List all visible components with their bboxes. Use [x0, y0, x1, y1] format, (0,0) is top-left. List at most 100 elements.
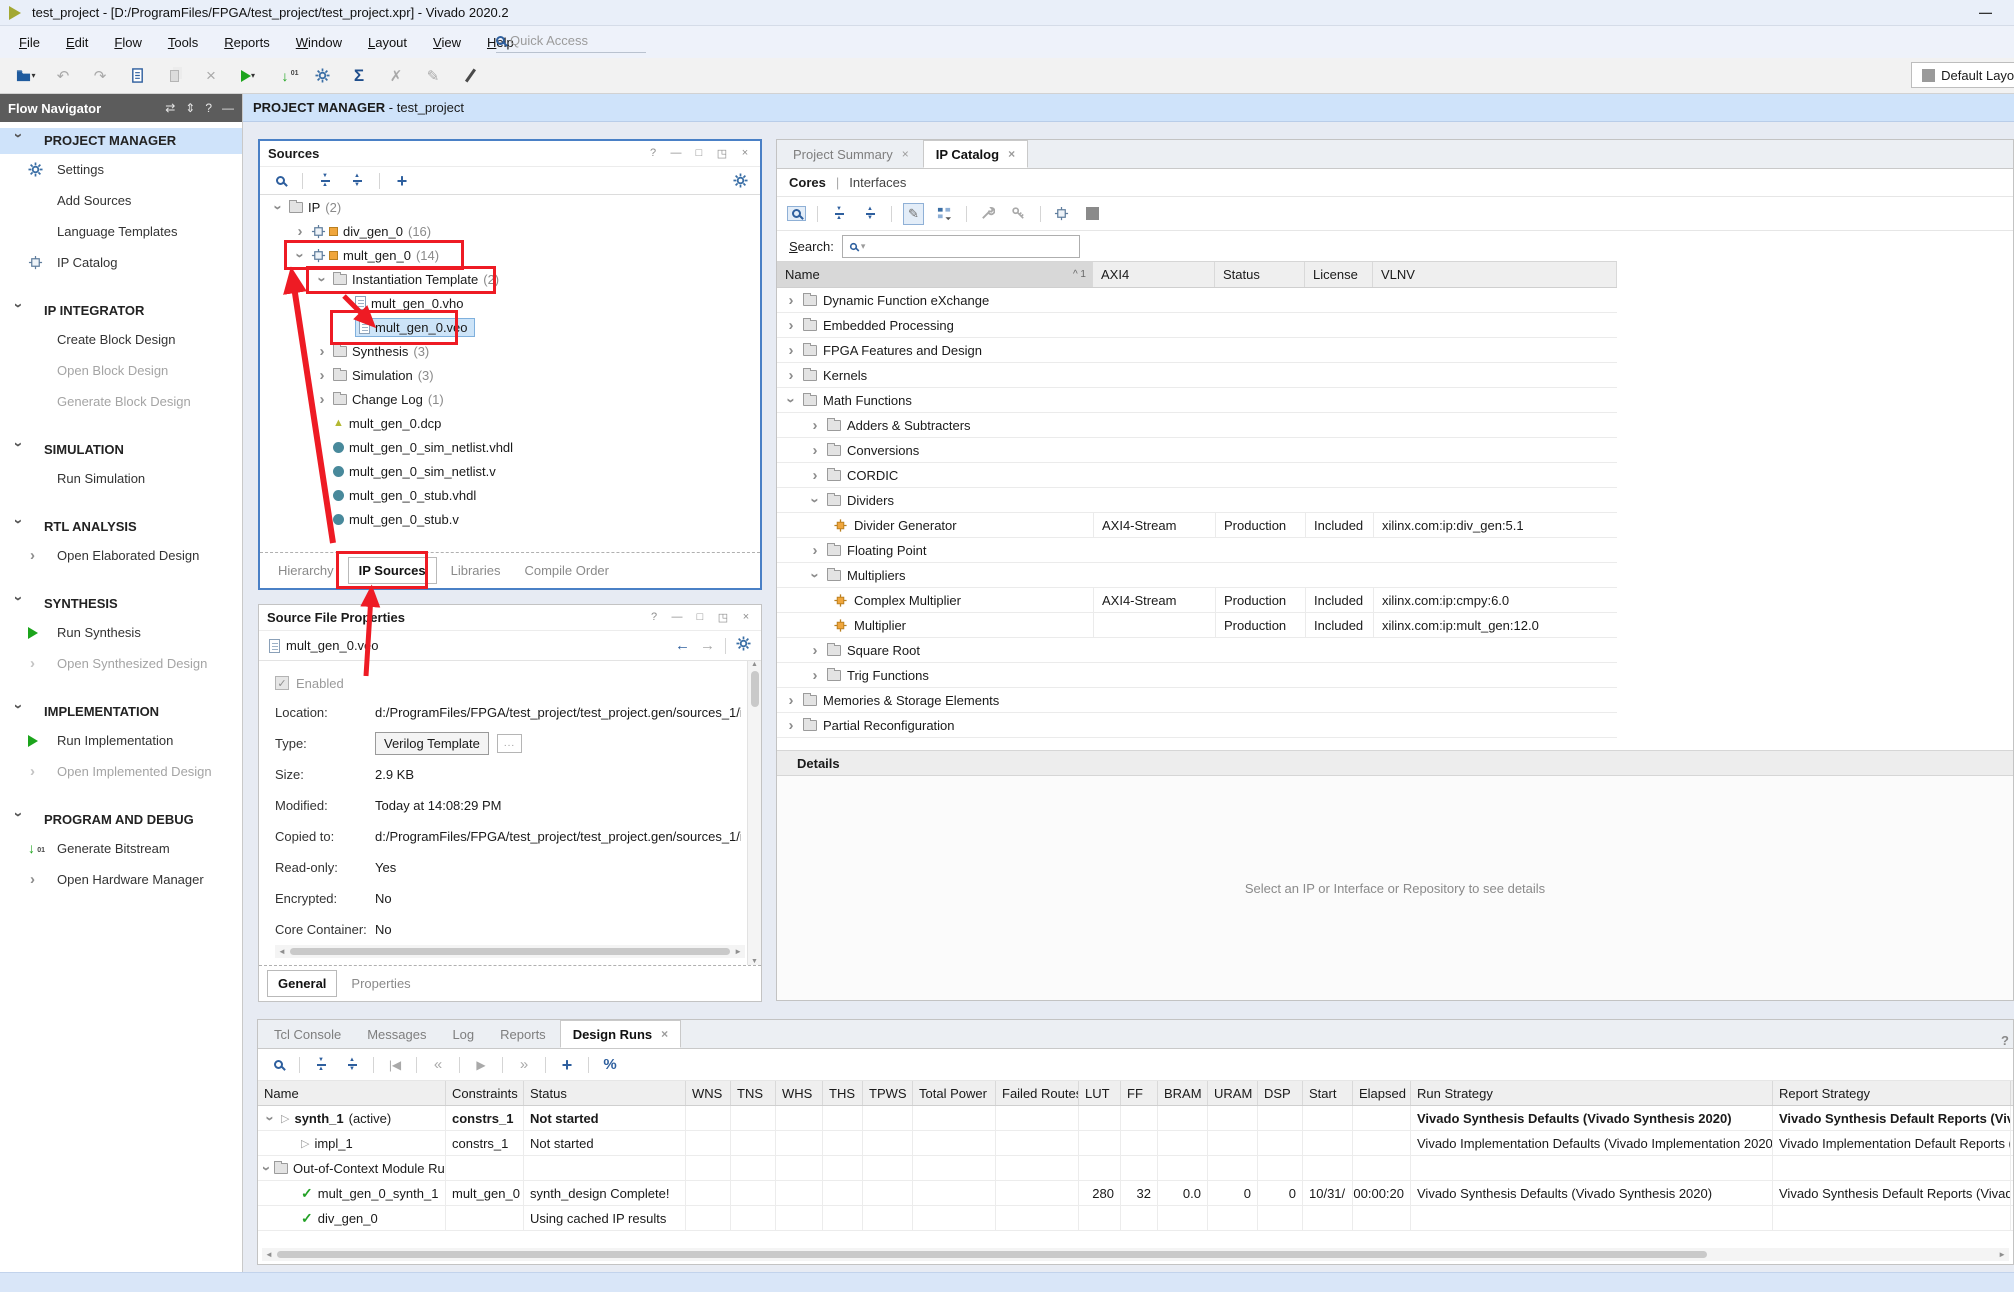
back-arrow-icon[interactable]: ←: [675, 637, 690, 654]
column-header-status[interactable]: Status: [1215, 262, 1305, 287]
tree-item-mult-gen-0-vho[interactable]: mult_gen_0.vho: [260, 291, 760, 315]
settings-gear-icon[interactable]: [730, 171, 750, 191]
sidebar-item-generate-bitstream[interactable]: ↓01Generate Bitstream: [0, 833, 242, 864]
tree-item-ip[interactable]: ›IP(2): [260, 195, 760, 219]
collapse-all-icon[interactable]: ▼▲: [311, 1055, 331, 1075]
sidebar-item-open-hardware-manager[interactable]: ›Open Hardware Manager: [0, 864, 242, 895]
sidebar-item-open-synthesized-design[interactable]: ›Open Synthesized Design: [0, 648, 242, 679]
fast-forward-icon[interactable]: »: [514, 1055, 534, 1075]
catalog-row-adders-subtracters[interactable]: ›Adders & Subtracters: [777, 413, 1617, 438]
collapse-all-icon[interactable]: ▼▲: [315, 171, 335, 191]
tree-item-mult-gen-0-veo[interactable]: mult_gen_0.veo: [260, 315, 760, 339]
sidebar-item-open-elaborated-design[interactable]: ›Open Elaborated Design: [0, 540, 242, 571]
column-header-name[interactable]: Name: [258, 1081, 446, 1105]
tab-ip-catalog[interactable]: IP Catalog×: [923, 140, 1028, 168]
flow-section-header[interactable]: ›SIMULATION: [0, 437, 242, 463]
column-header-failed-routes[interactable]: Failed Routes: [996, 1081, 1079, 1105]
expander-collapsed-icon[interactable]: ›: [809, 468, 821, 483]
run-icon[interactable]: ▾: [238, 66, 258, 86]
group-by-icon[interactable]: [935, 204, 955, 224]
expand-all-icon[interactable]: ▲▼: [342, 1055, 362, 1075]
expand-all-icon[interactable]: ▲▼: [347, 171, 367, 191]
catalog-row-multiplier[interactable]: MultiplierProductionIncludedxilinx.com:i…: [777, 613, 1617, 638]
vertical-scrollbar[interactable]: ▲▼: [747, 661, 761, 965]
tab-cores[interactable]: Cores: [789, 175, 826, 190]
tree-item-mult-gen-0-sim-netlist-vhdl[interactable]: mult_gen_0_sim_netlist.vhdl: [260, 435, 760, 459]
column-header-status[interactable]: Status: [524, 1081, 686, 1105]
tree-item-mult-gen-0-sim-netlist-v[interactable]: mult_gen_0_sim_netlist.v: [260, 459, 760, 483]
expander-expanded-icon[interactable]: ›: [259, 1166, 274, 1171]
filter-incompatible-icon[interactable]: ✎: [903, 203, 924, 225]
tab-hierarchy[interactable]: Hierarchy: [268, 558, 344, 583]
menu-window[interactable]: Window: [283, 31, 355, 54]
float-icon[interactable]: ◳: [716, 611, 730, 624]
menu-tools[interactable]: Tools: [155, 31, 211, 54]
tree-item-simulation[interactable]: ›Simulation(3): [260, 363, 760, 387]
sidebar-item-run-synthesis[interactable]: Run Synthesis: [0, 617, 242, 648]
expander-collapsed-icon[interactable]: ›: [785, 318, 797, 333]
column-header-total-power[interactable]: Total Power: [913, 1081, 996, 1105]
search-icon[interactable]: [270, 171, 290, 191]
delete-icon[interactable]: ×: [201, 66, 221, 86]
flow-section-header[interactable]: ›IP INTEGRATOR: [0, 298, 242, 324]
sidebar-item-run-simulation[interactable]: Run Simulation: [0, 463, 242, 494]
percent-icon[interactable]: %: [600, 1055, 620, 1075]
column-header-ff[interactable]: FF: [1121, 1081, 1158, 1105]
maximize-icon[interactable]: □: [692, 147, 706, 160]
catalog-row-kernels[interactable]: ›Kernels: [777, 363, 1617, 388]
tree-item-div-gen-0[interactable]: ›div_gen_0(16): [260, 219, 760, 243]
ip-settings-icon[interactable]: [1052, 204, 1072, 224]
catalog-row-multipliers[interactable]: ›Multipliers: [777, 563, 1617, 588]
tree-item-instantiation-template[interactable]: ›Instantiation Template(2): [260, 267, 760, 291]
redo-icon[interactable]: ↷: [90, 66, 110, 86]
catalog-search-input[interactable]: ▾: [842, 235, 1080, 258]
expander-expanded-icon[interactable]: ›: [808, 569, 823, 581]
sidebar-item-generate-block-design[interactable]: Generate Block Design: [0, 386, 242, 417]
column-header-axi4[interactable]: AXI4: [1093, 262, 1215, 287]
column-header-bram[interactable]: BRAM: [1158, 1081, 1208, 1105]
column-header-vlnv[interactable]: VLNV: [1373, 262, 1617, 287]
enabled-checkbox[interactable]: ✓: [275, 676, 289, 690]
close-icon[interactable]: ×: [738, 147, 752, 160]
column-header-whs[interactable]: WHS: [776, 1081, 823, 1105]
catalog-row-floating-point[interactable]: ›Floating Point: [777, 538, 1617, 563]
tab-compile-order[interactable]: Compile Order: [514, 558, 619, 583]
customize-icon[interactable]: [460, 66, 480, 86]
flow-section-header[interactable]: ›PROGRAM AND DEBUG: [0, 807, 242, 833]
copy-icon[interactable]: [164, 66, 184, 86]
expander-collapsed-icon[interactable]: ›: [785, 343, 797, 358]
expander-collapsed-icon[interactable]: ›: [809, 643, 821, 658]
menu-layout[interactable]: Layout: [355, 31, 420, 54]
minimize-panel-icon[interactable]: —: [222, 101, 234, 115]
tab-properties[interactable]: Properties: [341, 971, 420, 996]
expander-collapsed-icon[interactable]: ›: [785, 293, 797, 308]
run-row-impl-1[interactable]: ▷impl_1constrs_1Not startedVivado Implem…: [258, 1131, 2013, 1156]
run-row-div-gen-0[interactable]: ✓div_gen_0Using cached IP results: [258, 1206, 2013, 1231]
flow-section-header[interactable]: ›RTL ANALYSIS: [0, 514, 242, 540]
sidebar-item-open-implemented-design[interactable]: ›Open Implemented Design: [0, 756, 242, 787]
minimize-icon[interactable]: —: [670, 611, 684, 624]
sidebar-item-create-block-design[interactable]: Create Block Design: [0, 324, 242, 355]
expander-collapsed-icon[interactable]: ›: [785, 368, 797, 383]
menu-reports[interactable]: Reports: [211, 31, 283, 54]
collapse-arrows-icon[interactable]: ⇄: [165, 101, 175, 115]
sidebar-item-ip-catalog[interactable]: IP Catalog: [0, 247, 242, 278]
sidebar-item-settings[interactable]: Settings: [0, 154, 242, 185]
search-icon[interactable]: [268, 1055, 288, 1075]
settings-gear-icon[interactable]: [736, 636, 751, 655]
help-icon[interactable]: ?: [2001, 1033, 2013, 1048]
flow-section-header[interactable]: ›IMPLEMENTATION: [0, 699, 242, 725]
chevron-right-icon[interactable]: ›: [30, 872, 35, 887]
column-header-lut[interactable]: LUT: [1079, 1081, 1121, 1105]
create-run-icon[interactable]: +: [557, 1055, 577, 1075]
catalog-row-conversions[interactable]: ›Conversions: [777, 438, 1617, 463]
expand-all-icon[interactable]: ▲▼: [860, 204, 880, 224]
sidebar-item-add-sources[interactable]: Add Sources: [0, 185, 242, 216]
column-header-constraints[interactable]: Constraints: [446, 1081, 524, 1105]
catalog-row-trig-functions[interactable]: ›Trig Functions: [777, 663, 1617, 688]
close-icon[interactable]: ×: [739, 611, 753, 624]
generate-bitstream-icon[interactable]: ↓01: [275, 66, 295, 86]
float-icon[interactable]: ◳: [715, 147, 729, 160]
details-toggle-icon[interactable]: [1083, 204, 1103, 224]
tree-item-mult-gen-0-stub-vhdl[interactable]: mult_gen_0_stub.vhdl: [260, 483, 760, 507]
